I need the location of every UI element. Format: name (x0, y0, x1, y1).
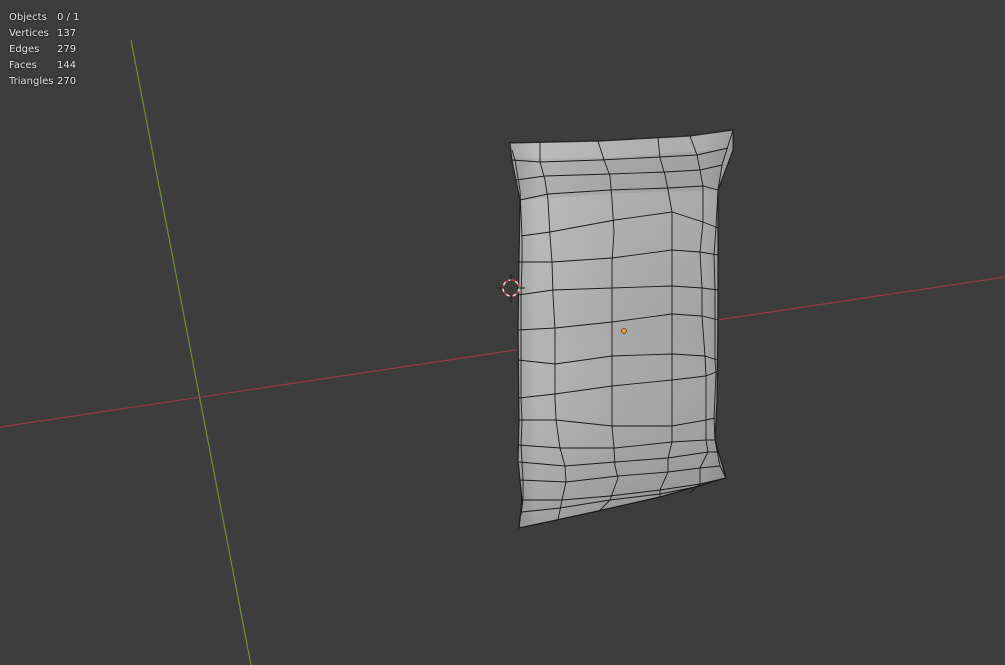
viewport-scene[interactable] (0, 0, 1005, 665)
stat-row-faces: Faces 144 (9, 58, 79, 74)
stat-vertices-value: 137 (57, 28, 77, 39)
stat-row-triangles: Triangles 270 (9, 74, 79, 90)
stat-vertices-label: Vertices (9, 28, 49, 39)
stat-objects-label: Objects (9, 12, 47, 23)
stat-row-vertices: Vertices 137 (9, 26, 79, 42)
viewport-statistics-overlay: Objects 0 / 1 Vertices 137 Edges 279 Fac… (9, 10, 79, 90)
stat-triangles-label: Triangles (9, 76, 54, 87)
object-origin-dot[interactable] (621, 328, 627, 334)
stat-row-edges: Edges 279 (9, 42, 79, 58)
stat-objects-value: 0 / 1 (57, 12, 80, 23)
y-axis-line (130, 39, 252, 665)
stat-triangles-value: 270 (57, 76, 77, 87)
stat-faces-value: 144 (57, 60, 77, 71)
3d-viewport[interactable]: Objects 0 / 1 Vertices 137 Edges 279 Fac… (0, 0, 1005, 665)
stat-row-objects: Objects 0 / 1 (9, 10, 79, 26)
x-axis-line (0, 276, 1005, 428)
stat-edges-value: 279 (57, 44, 77, 55)
mesh-object[interactable] (509, 129, 734, 529)
stat-faces-label: Faces (9, 60, 37, 71)
stat-edges-label: Edges (9, 44, 40, 55)
